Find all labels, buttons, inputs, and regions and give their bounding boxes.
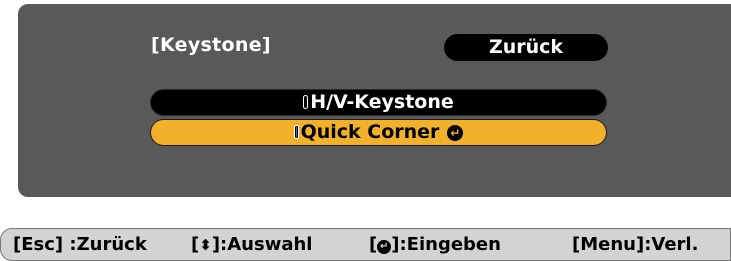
status-bar: [Esc] :Zurück [⬍]:Auswahl [↵]:Eingeben [… bbox=[0, 228, 731, 261]
select-hint-prefix: [ bbox=[191, 234, 200, 255]
enter-icon: ↵ bbox=[447, 125, 464, 141]
option-label: H/V-Keystone bbox=[310, 91, 454, 113]
select-hint: [⬍]:Auswahl bbox=[191, 229, 312, 261]
updown-arrow-icon: ⬍ bbox=[199, 236, 212, 254]
esc-hint: [Esc] :Zurück bbox=[13, 234, 147, 255]
radio-icon bbox=[303, 95, 309, 109]
menu-title: [Keystone] bbox=[151, 34, 271, 56]
enter-icon: ↵ bbox=[377, 240, 392, 254]
select-hint-suffix: ]:Auswahl bbox=[211, 234, 313, 255]
menu-hint: [Menu]:Verl. bbox=[572, 234, 699, 255]
back-button[interactable]: Zurück bbox=[444, 34, 608, 61]
enter-hint-prefix: [ bbox=[369, 234, 378, 255]
keystone-menu-panel: [Keystone] Zurück H/V-Keystone Quick Cor… bbox=[18, 4, 731, 197]
option-label: Quick Corner bbox=[300, 121, 440, 143]
radio-selected-icon bbox=[293, 125, 299, 139]
option-hv-keystone[interactable]: H/V-Keystone bbox=[150, 89, 607, 116]
enter-hint: [↵]:Eingeben bbox=[369, 229, 501, 260]
option-quick-corner[interactable]: Quick Corner ↵ bbox=[150, 119, 607, 146]
enter-hint-suffix: ]:Eingeben bbox=[391, 234, 501, 255]
